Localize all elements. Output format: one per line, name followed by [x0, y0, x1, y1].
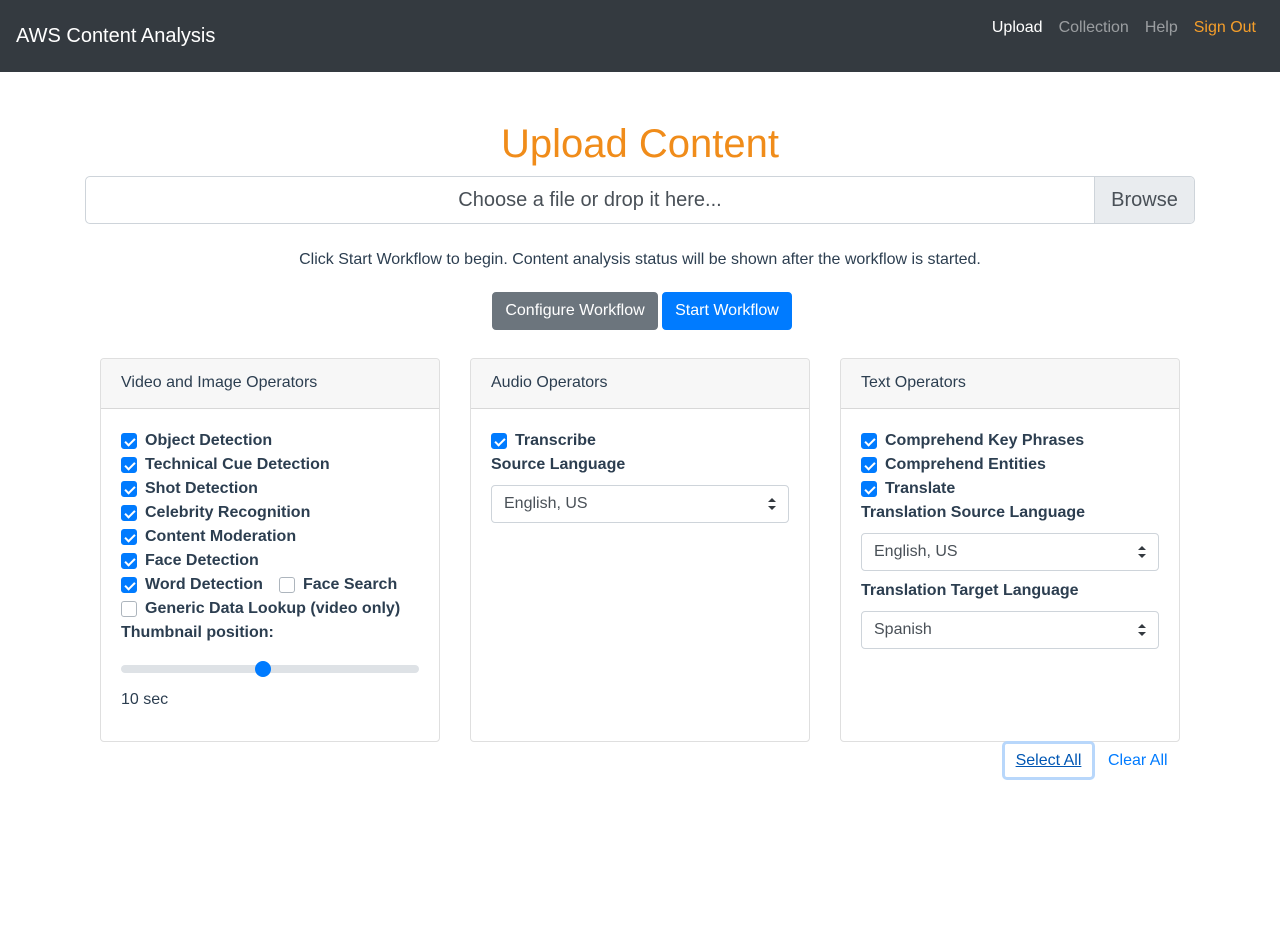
brand-title[interactable]: AWS Content Analysis: [16, 24, 215, 48]
operator-label[interactable]: Word Detection: [145, 576, 263, 594]
checkbox[interactable]: [121, 529, 137, 545]
operator-label: Comprehend Entities: [885, 456, 1046, 473]
select-value: English, US: [504, 495, 588, 512]
video-card-header: Video and Image Operators: [101, 359, 439, 409]
word-detection-checkbox[interactable]: [121, 577, 137, 593]
translation-target-label: Translation Target Language: [861, 582, 1079, 599]
operator-label: Generic Data Lookup (video only): [145, 600, 401, 617]
checkbox[interactable]: [861, 457, 877, 473]
operator-comprehend-entities[interactable]: Comprehend Entities: [861, 453, 1159, 477]
source-language-label: Source Language: [491, 456, 626, 473]
operator-label: Content Moderation: [145, 528, 297, 545]
checkbox[interactable]: [491, 433, 507, 449]
operator-generic-data-lookup[interactable]: Generic Data Lookup (video only): [121, 597, 419, 621]
checkbox[interactable]: [121, 433, 137, 449]
select-arrows-icon: [1138, 546, 1146, 558]
instructions-text: Click Start Workflow to begin. Content a…: [299, 251, 981, 268]
operator-technical-cue-detection[interactable]: Technical Cue Detection: [121, 453, 419, 477]
text-operators-card: Text Operators Comprehend Key Phrases Co…: [840, 358, 1180, 742]
text-card-header: Text Operators: [841, 359, 1179, 409]
nav-collection-link[interactable]: Collection: [1051, 16, 1137, 40]
thumbnail-value: 10 sec: [121, 691, 169, 708]
navbar: AWS Content Analysis Upload Collection H…: [0, 0, 1280, 72]
translation-source-label: Translation Source Language: [861, 504, 1086, 521]
file-dropzone[interactable]: Choose a file or drop it here... Browse: [85, 176, 1195, 224]
operator-label[interactable]: Face Search: [303, 576, 397, 594]
translation-target-select[interactable]: Spanish: [861, 611, 1159, 649]
select-all-button[interactable]: Select All: [1002, 741, 1095, 780]
browse-button[interactable]: Browse: [1094, 177, 1194, 223]
translation-source-select[interactable]: English, US: [861, 533, 1159, 571]
operator-label: Face Detection: [145, 552, 259, 569]
operator-content-moderation[interactable]: Content Moderation: [121, 525, 419, 549]
select-value: Spanish: [874, 621, 932, 638]
checkbox[interactable]: [121, 553, 137, 569]
nav-sign-out-link[interactable]: Sign Out: [1186, 16, 1264, 40]
audio-card-header: Audio Operators: [471, 359, 809, 409]
operator-translate[interactable]: Translate: [861, 477, 1159, 501]
nav-upload-link[interactable]: Upload: [984, 16, 1051, 40]
operator-label: Comprehend Key Phrases: [885, 432, 1085, 449]
select-arrows-icon: [768, 498, 776, 510]
operator-label: Object Detection: [145, 432, 273, 449]
page-title: Upload Content: [501, 122, 779, 166]
audio-operators-card: Audio Operators Transcribe Source Langua…: [470, 358, 810, 742]
thumbnail-slider[interactable]: [121, 661, 419, 677]
video-card-body: Object Detection Technical Cue Detection…: [101, 409, 439, 710]
operator-comprehend-key-phrases[interactable]: Comprehend Key Phrases: [861, 429, 1159, 453]
nav-links: Upload Collection Help Sign Out: [984, 16, 1264, 40]
operator-label: Transcribe: [515, 432, 596, 449]
text-card-body: Comprehend Key Phrases Comprehend Entiti…: [841, 409, 1179, 649]
operator-label: Shot Detection: [145, 480, 258, 497]
nav-help-link[interactable]: Help: [1137, 16, 1186, 40]
select-arrows-icon: [1138, 624, 1146, 636]
checkbox[interactable]: [861, 481, 877, 497]
operator-object-detection[interactable]: Object Detection: [121, 429, 419, 453]
operator-face-detection[interactable]: Face Detection: [121, 549, 419, 573]
checkbox[interactable]: [121, 481, 137, 497]
file-input-placeholder[interactable]: Choose a file or drop it here...: [86, 177, 1094, 223]
checkbox[interactable]: [121, 505, 137, 521]
operator-label: Celebrity Recognition: [145, 504, 311, 521]
source-language-select[interactable]: English, US: [491, 485, 789, 523]
video-operators-card: Video and Image Operators Object Detecti…: [100, 358, 440, 742]
checkbox[interactable]: [861, 433, 877, 449]
operator-shot-detection[interactable]: Shot Detection: [121, 477, 419, 501]
configure-workflow-button[interactable]: Configure Workflow: [492, 292, 658, 330]
operator-celebrity-recognition[interactable]: Celebrity Recognition: [121, 501, 419, 525]
operator-transcribe[interactable]: Transcribe: [491, 429, 789, 453]
checkbox[interactable]: [121, 601, 137, 617]
clear-all-button[interactable]: Clear All: [1108, 741, 1168, 780]
audio-card-body: Transcribe Source Language English, US: [471, 409, 809, 523]
operator-label: Technical Cue Detection: [145, 456, 330, 473]
checkbox[interactable]: [121, 457, 137, 473]
operator-row-word-face: Word Detection Face Search: [121, 573, 419, 597]
thumbnail-position-label: Thumbnail position:: [121, 624, 274, 641]
select-value: English, US: [874, 543, 958, 560]
operator-label: Translate: [885, 480, 956, 497]
face-search-checkbox[interactable]: [278, 577, 295, 593]
start-workflow-button[interactable]: Start Workflow: [662, 292, 792, 330]
slider-thumb[interactable]: [255, 661, 271, 677]
